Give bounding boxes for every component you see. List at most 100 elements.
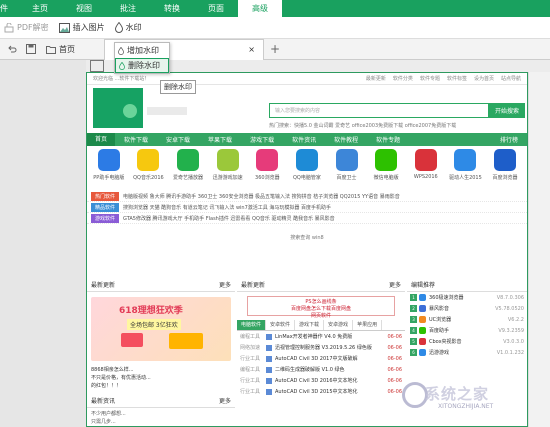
row-text[interactable]: 电脑版视频 鲁大师 腾讯手游助手 360卫士 360安全浏览器 极品五笔输入法 … bbox=[123, 193, 400, 200]
app-name: 迅游游戏加速 bbox=[212, 175, 243, 181]
top-link[interactable]: 软件标签 bbox=[447, 75, 467, 82]
app-tile[interactable]: WPS2016 bbox=[411, 149, 441, 191]
list-item[interactable]: 2 暴风影音 V5.78.0520 bbox=[407, 303, 527, 314]
list-item[interactable]: 1 360极速浏览器 V8.7.0.306 bbox=[407, 292, 527, 303]
top-link[interactable]: 软件专题 bbox=[420, 75, 440, 82]
promo-line: 百度网盘怎么下载百度网盘 bbox=[290, 306, 351, 312]
tab-advanced[interactable]: 高级 bbox=[238, 0, 282, 17]
app-tile[interactable]: 爱奇艺播放器 bbox=[173, 149, 203, 191]
middle-more-link[interactable]: 更多 bbox=[389, 280, 401, 289]
nav-item[interactable]: 首页 bbox=[87, 133, 116, 146]
site-search-input[interactable]: 输入您要搜索的内容 bbox=[269, 103, 489, 118]
middle-tab[interactable]: 安卓软件 bbox=[266, 320, 296, 330]
left-text-line[interactable]: 8868相亲怎么样... bbox=[91, 366, 231, 374]
item-version: V5.78.0520 bbox=[495, 305, 524, 312]
software-icon bbox=[266, 388, 272, 395]
app-tile[interactable]: 百度卫士 bbox=[332, 149, 362, 191]
tab-convert[interactable]: 转换 bbox=[150, 0, 194, 17]
nav-item[interactable]: 软件下载 bbox=[115, 135, 157, 144]
top-link[interactable]: 最新更新 bbox=[366, 75, 386, 82]
watermark-text: 系统之家 bbox=[425, 385, 490, 403]
top-link[interactable]: 软件分类 bbox=[393, 75, 413, 82]
row-tag[interactable]: 游戏软件 bbox=[91, 213, 119, 223]
list-item[interactable]: 3 UC浏览器 V6.2.2 bbox=[407, 314, 527, 325]
row-text[interactable]: 搜狗浏览器 天猫 酷狗音乐 有道云笔记 讯飞输入法 win7激活工具 海马玩模拟… bbox=[123, 204, 331, 211]
list-item[interactable]: 行业工具 AutoCAD Civil 3D 2016中文本地化 06-06 bbox=[237, 375, 405, 386]
list-item[interactable]: 4 百度助手 V9.3.2359 bbox=[407, 325, 527, 336]
app-tile[interactable]: 微信电脑版 bbox=[371, 149, 401, 191]
middle-tab[interactable]: 安卓游戏 bbox=[324, 320, 354, 330]
item-category: 网络加速 bbox=[240, 345, 261, 351]
close-tab-icon[interactable]: × bbox=[248, 45, 255, 54]
app-tile[interactable]: 驱动人生2015 bbox=[449, 149, 482, 191]
list-item[interactable]: 行业工具 AutoCAD Civil 3D 2017中文版破解 06-06 bbox=[237, 353, 405, 364]
vertical-scrollbar[interactable] bbox=[528, 72, 550, 427]
add-tab-icon[interactable]: + bbox=[270, 42, 280, 56]
nav-item[interactable]: 游戏下载 bbox=[241, 135, 283, 144]
nav-item[interactable]: 软件教程 bbox=[325, 135, 367, 144]
left-more-link[interactable]: 更多 bbox=[219, 280, 231, 289]
rank-number: 2 bbox=[410, 305, 417, 312]
row-tag[interactable]: 热门软件 bbox=[91, 191, 119, 201]
home-tab-label: 首页 bbox=[59, 44, 75, 54]
save-icon[interactable] bbox=[24, 42, 38, 56]
news-line[interactable]: 只需几步... bbox=[91, 418, 231, 426]
app-icon bbox=[494, 149, 517, 171]
tab-view[interactable]: 视图 bbox=[62, 0, 106, 17]
banner-title: 618理想狂欢季 bbox=[119, 306, 183, 316]
news-line[interactable]: 不少用户都想... bbox=[91, 410, 231, 418]
middle-tab[interactable]: 游戏下载 bbox=[295, 320, 325, 330]
software-icon bbox=[266, 344, 272, 351]
nav-item[interactable]: 安卓下载 bbox=[157, 135, 199, 144]
remove-watermark-item[interactable]: 删除水印 bbox=[115, 58, 169, 73]
app-tile[interactable]: 百度浏览器 bbox=[490, 149, 520, 191]
software-icon bbox=[419, 316, 426, 323]
tab-annotate[interactable]: 批注 bbox=[106, 0, 150, 17]
pdf-decrypt-button[interactable]: PDF解密 bbox=[4, 22, 49, 33]
middle-tab[interactable]: 电脑软件 bbox=[237, 320, 267, 330]
nav-item[interactable]: 软件专题 bbox=[367, 135, 409, 144]
app-tile[interactable]: PP助手电脑版 bbox=[93, 149, 124, 191]
promo-banner[interactable]: 618理想狂欢季 全场包邮 3亿狂欢 bbox=[91, 297, 231, 361]
software-icon bbox=[419, 294, 426, 301]
tab-page[interactable]: 页面 bbox=[194, 0, 238, 17]
app-tile[interactable]: QQ音乐2016 bbox=[133, 149, 164, 191]
row-text[interactable]: GTA5修改器 腾讯游戏大厅 手机助手 Flash插件 迅雷看看 QQ音乐 驱动… bbox=[123, 215, 335, 222]
list-item[interactable]: 编程工具 LinMax开发者神器作 V4.0 免费版 06-06 bbox=[237, 331, 405, 342]
app-tile[interactable]: QQ电脑管家 bbox=[292, 149, 322, 191]
nav-item[interactable]: 软件资讯 bbox=[283, 135, 325, 144]
list-item[interactable]: 6 迅游游戏 V1.0.1.232 bbox=[407, 347, 527, 358]
tab-home[interactable]: 主页 bbox=[18, 0, 62, 17]
site-search-button[interactable]: 开始搜索 bbox=[489, 103, 525, 118]
thumbnail-icon[interactable] bbox=[90, 60, 104, 72]
image-icon bbox=[58, 22, 70, 33]
insert-image-button[interactable]: 插入图片 bbox=[58, 22, 105, 33]
nav-item[interactable]: 苹果下载 bbox=[199, 135, 241, 144]
promo-box[interactable]: PS怎么画线条 百度网盘怎么下载百度网盘 网页软件 bbox=[247, 296, 395, 319]
list-item[interactable]: 行业工具 AutoCAD Civil 3D 2015中文本地化 06-06 bbox=[237, 386, 405, 397]
ribbon-left-label[interactable]: 件 bbox=[0, 3, 18, 14]
list-item[interactable]: 网络加速 迅视管理控制服务器 V3.2019.5.26 绿色版 06-06 bbox=[237, 342, 405, 353]
top-link[interactable]: 设为首页 bbox=[474, 75, 494, 82]
news-more-link[interactable]: 更多 bbox=[219, 396, 231, 405]
top-link[interactable]: 站点导航 bbox=[501, 75, 521, 82]
remove-watermark-label: 删除水印 bbox=[128, 61, 160, 70]
left-text-line: 的红包！！！ bbox=[91, 383, 122, 389]
watermark-button[interactable]: 水印 bbox=[114, 22, 142, 33]
item-date: 06-06 bbox=[387, 344, 402, 351]
promo-line: 网页软件 bbox=[310, 313, 331, 319]
software-row: 游戏软件 GTA5修改器 腾讯游戏大厅 手机助手 Flash插件 迅雷看看 QQ音… bbox=[87, 213, 527, 224]
add-watermark-item[interactable]: 增加水印 bbox=[115, 43, 169, 58]
undo-icon[interactable] bbox=[5, 42, 19, 56]
software-rows: 热门软件 电脑版视频 鲁大师 腾讯手游助手 360卫士 360安全浏览器 极品五笔… bbox=[87, 191, 527, 224]
item-category: 编程工具 bbox=[240, 367, 261, 373]
list-item[interactable]: 编程工具 二维码生成器破解版 V1.0 绿色 06-06 bbox=[237, 364, 405, 375]
app-tile[interactable]: 360浏览器 bbox=[252, 149, 282, 191]
middle-tab[interactable]: 苹果应用 bbox=[353, 320, 383, 330]
nav-ranking[interactable]: 排行榜 bbox=[491, 135, 527, 144]
list-item[interactable]: 5 Cbox央视影音 V3.0.3.0 bbox=[407, 336, 527, 347]
row-tag[interactable]: 精品软件 bbox=[91, 202, 119, 212]
home-tab[interactable]: 首页 bbox=[38, 39, 100, 60]
site-logo[interactable] bbox=[93, 88, 143, 128]
app-tile[interactable]: 迅游游戏加速 bbox=[213, 149, 243, 191]
